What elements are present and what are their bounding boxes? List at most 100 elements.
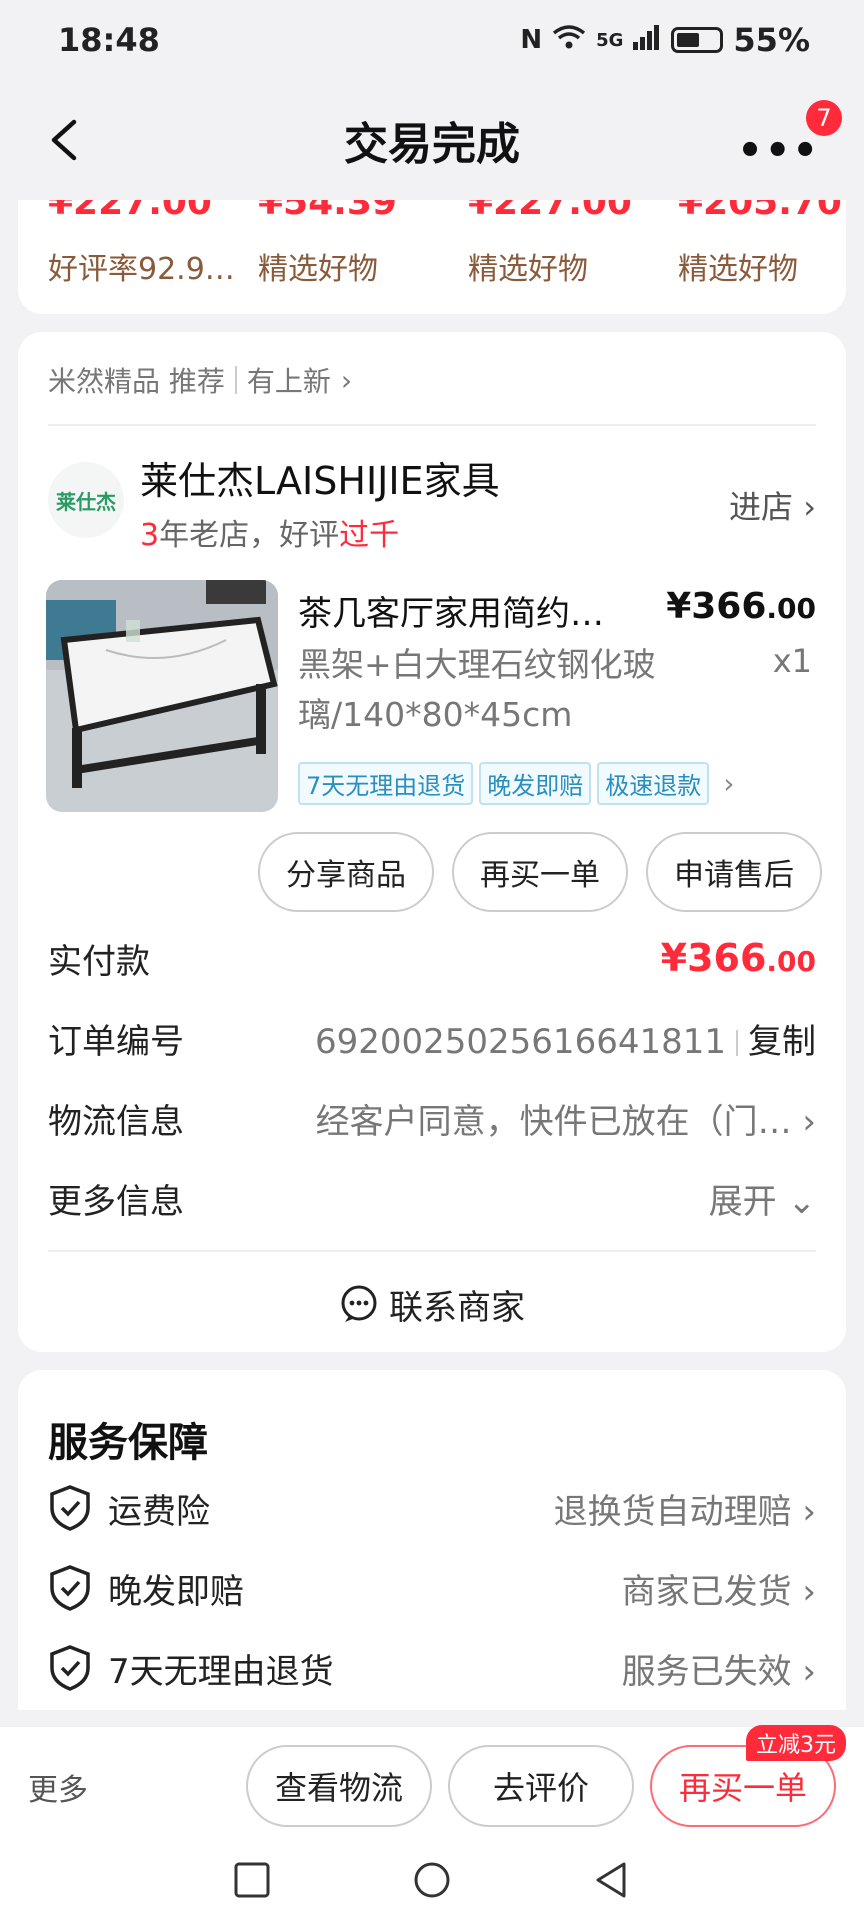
shop-years-suffix: 年老店，好评 xyxy=(159,518,340,553)
network-type: 5G xyxy=(596,29,624,51)
battery-level: 55% xyxy=(733,21,810,59)
tag-fast-refund: 极速退款 xyxy=(597,762,710,805)
product-quantity: x1 xyxy=(772,642,812,680)
service-row-late-ship[interactable]: 晚发即赔 商家已发货 › xyxy=(48,1558,816,1618)
service-row-shipping-insurance[interactable]: 运费险 退换货自动理赔 › xyxy=(48,1478,816,1538)
chevron-right-icon: › xyxy=(340,363,353,397)
more-info-row[interactable]: 更多信息 展开 ⌄ xyxy=(48,1168,816,1228)
paid-label: 实付款 xyxy=(48,941,150,982)
order-number-row: 订单编号 6920025025616641811 复制 xyxy=(48,1008,816,1068)
source-tag[interactable]: 米然精品 推荐 有上新 › xyxy=(48,360,352,400)
logistics-text: 经客户同意，快件已放在（门… xyxy=(315,1101,792,1142)
recommend-price: ¥54.39 xyxy=(258,200,397,223)
recommend-label: 精选好物 xyxy=(678,252,798,287)
chevron-right-icon: › xyxy=(802,1651,816,1692)
recommend-label: 精选好物 xyxy=(258,252,378,287)
service-name: 晚发即赔 xyxy=(108,1571,244,1612)
more-link[interactable]: 更多 xyxy=(28,1765,88,1809)
chevron-right-icon: › xyxy=(802,1101,816,1142)
logistics-value: 经客户同意，快件已放在（门… › xyxy=(316,1094,816,1143)
service-status-text: 商家已发货 xyxy=(621,1571,792,1612)
divider xyxy=(736,1030,738,1056)
chevron-right-icon: › xyxy=(723,767,735,800)
more-options-icon[interactable]: ••• xyxy=(737,128,820,174)
paid-amount-main: ¥366 xyxy=(660,936,767,980)
service-status-text: 服务已失效 xyxy=(621,1651,792,1692)
product-actions: 分享商品 再买一单 申请售后 xyxy=(258,832,822,912)
shop-reviews: 过千 xyxy=(339,518,400,553)
logistics-row[interactable]: 物流信息 经客户同意，快件已放在（门… › xyxy=(48,1088,816,1148)
service-name: 运费险 xyxy=(108,1491,210,1532)
product-price-main: ¥366 xyxy=(666,586,767,627)
bottom-action-bar: 更多 查看物流 去评价 再买一单 立减3元 xyxy=(0,1725,864,1840)
paid-row: 实付款 ¥366.00 xyxy=(48,928,816,988)
chevron-right-icon: › xyxy=(802,1571,816,1612)
product-image[interactable] xyxy=(46,580,278,812)
nfc-icon: N xyxy=(520,25,543,55)
more-info-value: 展开 ⌄ xyxy=(709,1174,816,1223)
shield-check-icon xyxy=(50,1485,90,1531)
service-left: 运费险 xyxy=(48,1484,210,1533)
service-left: 7天无理由退货 xyxy=(48,1644,334,1693)
notification-badge: 7 xyxy=(806,100,842,136)
system-navigation xyxy=(0,1840,864,1920)
enter-shop-link[interactable]: 进店 › xyxy=(729,482,816,528)
order-number-label: 订单编号 xyxy=(48,1021,184,1062)
buy-again-button[interactable]: 再买一单 xyxy=(452,832,628,912)
shop-meta: 3年老店，好评过千 xyxy=(140,510,399,554)
share-product-button[interactable]: 分享商品 xyxy=(258,832,434,912)
service-card: 服务保障 运费险 退换货自动理赔 › 晚发即赔 商家已发货 › 7天无理由退货 … xyxy=(18,1370,846,1710)
home-icon[interactable] xyxy=(412,1860,452,1900)
product-title[interactable]: 茶几客厅家用简约… xyxy=(298,586,628,635)
service-left: 晚发即赔 xyxy=(48,1564,244,1613)
status-time: 18:48 xyxy=(58,21,160,59)
recommend-price: ¥205.70 xyxy=(678,200,842,223)
write-review-button[interactable]: 去评价 xyxy=(448,1745,634,1827)
page-title: 交易完成 xyxy=(344,119,520,170)
signal-icon xyxy=(633,24,661,57)
chat-icon xyxy=(341,1285,377,1322)
service-status: 退换货自动理赔 › xyxy=(554,1484,816,1533)
chevron-right-icon: › xyxy=(802,1491,816,1532)
recent-apps-icon[interactable] xyxy=(232,1860,272,1900)
enter-shop-label: 进店 xyxy=(729,488,794,526)
recommend-price: ¥227.00 xyxy=(48,200,212,223)
copy-button[interactable]: 复制 xyxy=(748,1022,816,1062)
service-status: 商家已发货 › xyxy=(622,1564,816,1613)
service-name: 7天无理由退货 xyxy=(108,1651,334,1692)
service-tags[interactable]: 7天无理由退货 晚发即赔 极速退款 › xyxy=(298,762,734,805)
recommend-price: ¥227.00 xyxy=(468,200,632,223)
nav-bar: 交易完成 ••• 7 xyxy=(0,80,864,200)
more-info-label: 更多信息 xyxy=(48,1181,184,1222)
battery-icon xyxy=(671,27,724,53)
status-bar: 18:48 N 5G 55% xyxy=(0,0,864,80)
shop-name[interactable]: 莱仕杰LAISHIJIE家具 xyxy=(140,450,500,505)
service-status: 服务已失效 › xyxy=(622,1644,816,1693)
service-row-7day-return[interactable]: 7天无理由退货 服务已失效 › xyxy=(48,1638,816,1698)
view-logistics-button[interactable]: 查看物流 xyxy=(246,1745,432,1827)
expand-text: 展开 xyxy=(708,1181,777,1222)
service-title: 服务保障 xyxy=(48,1420,208,1466)
discount-badge: 立减3元 xyxy=(746,1725,846,1761)
wifi-icon xyxy=(552,24,586,57)
divider xyxy=(48,424,816,426)
back-arrow-icon[interactable] xyxy=(44,118,88,162)
shop-logo[interactable]: 莱仕杰 xyxy=(48,462,124,538)
divider xyxy=(234,366,237,394)
source-new-text: 有上新 xyxy=(246,365,331,398)
chevron-right-icon: › xyxy=(803,488,816,526)
contact-seller-button[interactable]: 联系商家 xyxy=(18,1264,846,1344)
tag-return: 7天无理由退货 xyxy=(298,762,474,805)
shield-check-icon xyxy=(50,1645,90,1691)
order-card: 米然精品 推荐 有上新 › 莱仕杰 莱仕杰LAISHIJIE家具 3年老店，好评… xyxy=(18,332,846,1352)
shop-years: 3 xyxy=(140,518,160,553)
recommend-label: 好评率92.9… xyxy=(48,252,235,287)
divider xyxy=(48,1250,816,1252)
order-number: 6920025025616641811 xyxy=(314,1021,726,1062)
source-tag-text: 米然精品 推荐 xyxy=(48,365,225,398)
after-sales-button[interactable]: 申请售后 xyxy=(646,832,822,912)
chevron-down-icon: ⌄ xyxy=(787,1181,817,1222)
service-status-text: 退换货自动理赔 xyxy=(553,1491,792,1532)
recommendation-strip: ¥227.00 好评率92.9… ¥54.39 精选好物 ¥227.00 精选好… xyxy=(18,200,846,314)
back-icon[interactable] xyxy=(592,1860,632,1900)
